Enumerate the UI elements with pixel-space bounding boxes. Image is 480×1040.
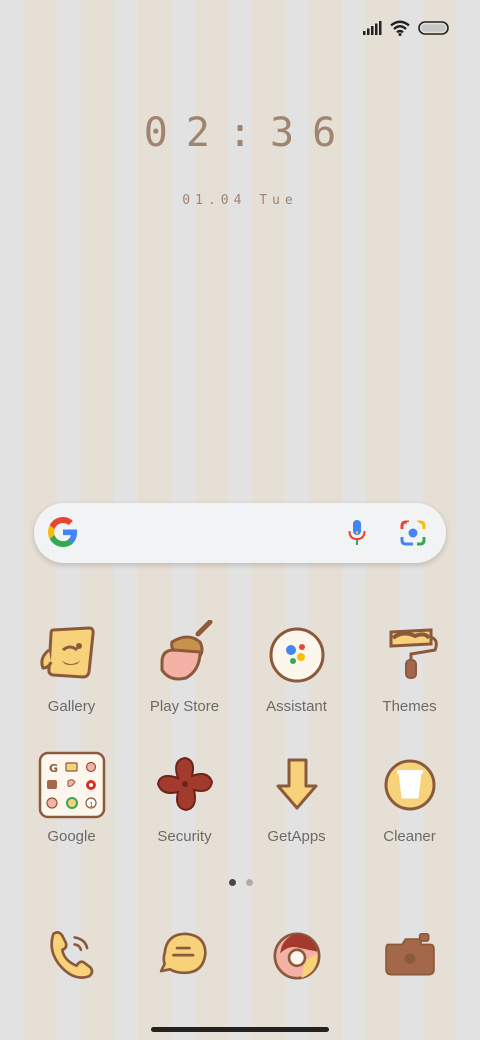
app-themes[interactable]: Themes (353, 620, 466, 715)
camera-icon (384, 932, 435, 976)
page-dot-1[interactable] (229, 879, 236, 886)
app-gallery-label: Gallery (47, 698, 96, 715)
gesture-nav-bar[interactable] (151, 1027, 329, 1032)
app-google-folder[interactable]: G 1 Google (15, 750, 128, 845)
app-google-folder-label: Google (47, 828, 96, 845)
phone-icon (49, 931, 93, 979)
dock-camera[interactable] (353, 925, 466, 987)
google-folder-icon: G 1 (38, 751, 105, 819)
app-getapps-label: GetApps (267, 828, 326, 845)
play-store-icon (160, 620, 212, 681)
security-icon (156, 756, 213, 812)
messages-icon (159, 932, 207, 975)
app-cleaner-label: Cleaner (383, 828, 436, 845)
svg-text:G: G (49, 762, 58, 775)
page-indicator[interactable] (229, 879, 253, 886)
app-assistant-label: Assistant (266, 698, 327, 715)
google-search-bar[interactable] (34, 503, 446, 563)
app-getapps[interactable]: GetApps (240, 750, 353, 845)
cleaner-icon (384, 759, 435, 811)
gallery-icon (39, 626, 95, 679)
themes-icon (389, 628, 438, 679)
signal-bars-icon (363, 21, 382, 35)
dock-phone[interactable] (15, 925, 128, 987)
svg-text:1: 1 (89, 801, 93, 809)
wifi-icon (390, 20, 410, 36)
app-gallery[interactable]: Gallery (15, 620, 128, 715)
assistant-icon (269, 627, 324, 683)
clock-time[interactable]: 02:36 (0, 110, 480, 156)
app-security[interactable]: Security (128, 750, 241, 845)
battery-icon (418, 21, 449, 35)
page-dot-2[interactable] (246, 879, 253, 886)
status-bar (362, 14, 450, 42)
google-lens-icon[interactable] (400, 520, 426, 546)
dock-chrome[interactable] (240, 925, 353, 987)
google-g-icon (48, 517, 78, 547)
chrome-icon (273, 932, 320, 980)
app-security-label: Security (157, 828, 212, 845)
app-play-store[interactable]: Play Store (128, 620, 241, 715)
app-themes-label: Themes (382, 698, 437, 715)
clock-date[interactable]: 01.04 Tue (0, 193, 480, 208)
dock-messages[interactable] (128, 925, 241, 987)
app-play-store-label: Play Store (149, 698, 220, 715)
app-cleaner[interactable]: Cleaner (353, 750, 466, 845)
microphone-icon[interactable] (348, 520, 366, 546)
app-assistant[interactable]: Assistant (240, 620, 353, 715)
getapps-icon (276, 758, 317, 810)
